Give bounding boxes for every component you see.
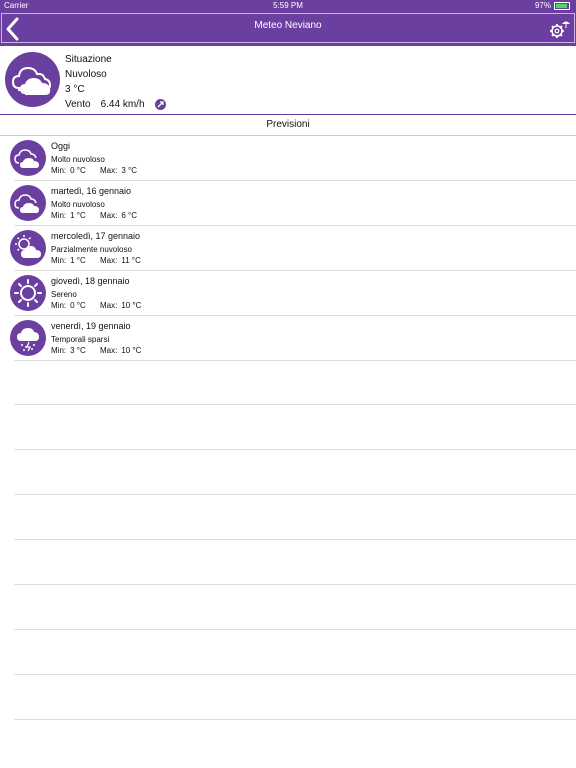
- empty-row-divider: [14, 494, 576, 495]
- battery-percent: 97%: [534, 1, 551, 10]
- max-label: Max:: [100, 211, 118, 220]
- forecast-section-title: Previsioni: [266, 119, 310, 130]
- max-label: Max:: [100, 166, 118, 175]
- min-temp: 0 °C: [70, 301, 86, 310]
- min-label: Min:: [51, 211, 67, 220]
- max-label: Max:: [100, 301, 118, 310]
- forecast-desc: Sereno: [51, 290, 77, 299]
- empty-row-divider: [14, 719, 576, 720]
- empty-row-divider: [14, 584, 576, 585]
- forecast-desc: Molto nuvoloso: [51, 155, 105, 164]
- forecast-row[interactable]: mercoledì, 17 gennaio Parzialmente nuvol…: [10, 226, 576, 271]
- sun-icon: [10, 275, 46, 311]
- max-label: Max:: [100, 256, 118, 265]
- cloud-icon: [10, 140, 46, 176]
- partly-cloudy-icon: [10, 230, 46, 266]
- min-label: Min:: [51, 301, 67, 310]
- wind-direction-icon: [154, 99, 166, 110]
- current-label: Situazione: [65, 54, 112, 65]
- forecast-row[interactable]: martedì, 16 gennaio Molto nuvoloso Min: 1…: [10, 181, 576, 226]
- forecast-list: Oggi Molto nuvoloso Min: 0 °C Max: 3 °C ma…: [0, 136, 576, 361]
- forecast-day: martedì, 16 gennaio: [51, 186, 132, 196]
- thunderstorm-icon: [10, 320, 46, 356]
- wind-value: 6.44 km/h: [100, 99, 145, 110]
- status-bar: Carrier 5:59 PM 97%: [0, 0, 576, 12]
- max-temp: 3 °C: [121, 166, 138, 175]
- forecast-row[interactable]: Oggi Molto nuvoloso Min: 0 °C Max: 3 °C: [10, 136, 576, 181]
- current-condition: Nuvoloso: [65, 69, 107, 80]
- forecast-desc: Parzialmente nuvoloso: [51, 245, 132, 254]
- max-temp: 11 °C: [121, 256, 141, 265]
- forecast-row[interactable]: giovedì, 18 gennaio Sereno Min: 0 °C Max:…: [10, 271, 576, 316]
- forecast-desc: Temporali sparsi: [51, 335, 110, 344]
- navigation-bar: Meteo Neviano: [0, 12, 576, 46]
- min-temp: 0 °C: [70, 166, 86, 175]
- settings-gear-icon[interactable]: [548, 18, 572, 40]
- min-temp: 3 °C: [70, 346, 86, 355]
- forecast-day: giovedì, 18 gennaio: [51, 276, 130, 286]
- min-temp: 1 °C: [70, 256, 86, 265]
- battery-icon: [554, 1, 570, 10]
- max-temp: 10 °C: [121, 346, 142, 355]
- min-label: Min:: [51, 346, 67, 355]
- min-label: Min:: [51, 166, 67, 175]
- empty-row-divider: [14, 629, 576, 630]
- cloud-icon: [10, 185, 46, 221]
- time-label: 5:59 PM: [273, 1, 303, 10]
- status-right: 97%: [535, 1, 570, 10]
- forecast-desc: Molto nuvoloso: [51, 200, 105, 209]
- max-label: Max:: [100, 346, 118, 355]
- forecast-day: venerdì, 19 gennaio: [51, 321, 131, 331]
- current-conditions: Situazione Nuvoloso 3 °C Vento 6.44 km/h: [0, 46, 576, 115]
- forecast-day: Oggi: [51, 141, 71, 151]
- max-temp: 6 °C: [121, 211, 138, 220]
- empty-row-divider: [14, 674, 576, 675]
- max-temp: 10 °C: [121, 301, 142, 310]
- min-temp: 1 °C: [70, 211, 86, 220]
- forecast-row[interactable]: venerdì, 19 gennaio Temporali sparsi Min…: [10, 316, 576, 361]
- page-title: Meteo Neviano: [254, 20, 322, 31]
- current-cloud-icon: [5, 52, 60, 107]
- forecast-day: mercoledì, 17 gennaio: [51, 231, 141, 241]
- min-label: Min:: [51, 256, 67, 265]
- current-temperature: 3 °C: [65, 84, 85, 95]
- wind-label: Vento: [65, 99, 91, 110]
- empty-row-divider: [14, 404, 576, 405]
- empty-row-divider: [14, 449, 576, 450]
- empty-row-divider: [14, 539, 576, 540]
